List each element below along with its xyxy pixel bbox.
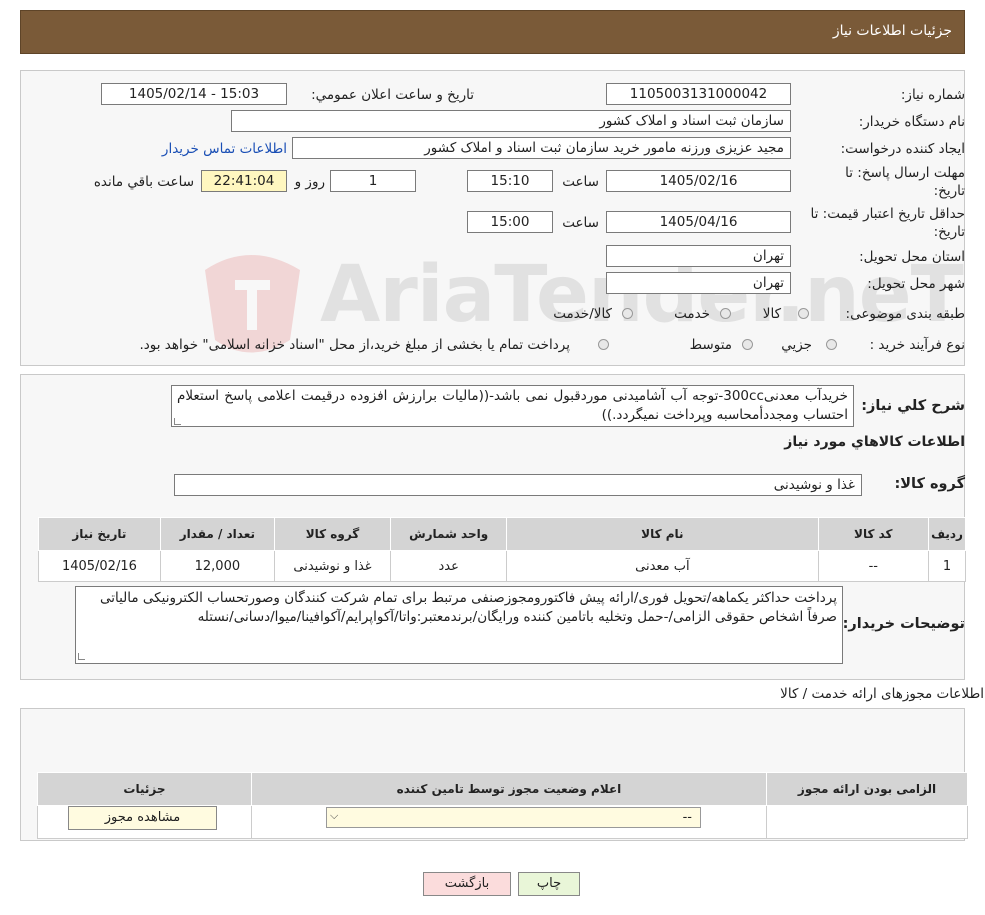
remaining-time-label: ساعت باقي مانده bbox=[93, 174, 194, 190]
col-license-details: جزئیات bbox=[37, 772, 252, 806]
col-group: گروه کالا bbox=[273, 517, 392, 551]
reply-time-field: 15:10 bbox=[467, 170, 553, 192]
goods-section-title: اطلاعات کالاهاي مورد نياز bbox=[784, 434, 965, 450]
licenses-table-header: الزامی بودن ارائه مجوز اعلام وضعیت مجوز … bbox=[37, 772, 968, 806]
days-field: 1 bbox=[330, 170, 416, 192]
reply-deadline-label-2: تاريخ: bbox=[933, 183, 965, 199]
back-button[interactable]: بازگشت bbox=[423, 872, 511, 896]
col-license-status: اعلام وضعیت مجوز توسط تامین کننده bbox=[250, 772, 768, 806]
buyer-notes-field[interactable]: پرداخت حداکثر یکماهه/تحویل فوری/ارائه پی… bbox=[75, 586, 843, 664]
resize-grip-icon[interactable] bbox=[174, 418, 181, 425]
cell-group: غذا و نوشیدنی bbox=[273, 550, 392, 582]
category-option-service: خدمت bbox=[674, 306, 710, 322]
process-radio-medium[interactable] bbox=[742, 339, 753, 350]
col-unit: واحد شمارش bbox=[390, 517, 508, 551]
process-radio-minor[interactable] bbox=[826, 339, 837, 350]
creator-field: مجید عزیزی ورزنه مامور خرید سازمان ثبت ا… bbox=[292, 137, 791, 159]
licenses-section-title: اطلاعات مجوزهای ارائه خدمت / کالا bbox=[780, 686, 984, 702]
col-need-date: تاريخ نياز bbox=[38, 517, 161, 551]
buyer-org-field: سازمان ثبت اسناد و املاک کشور bbox=[231, 110, 791, 132]
license-status-value: -- bbox=[682, 810, 692, 825]
price-valid-label-2: تاريخ: bbox=[933, 224, 965, 240]
buyer-contact-link[interactable]: اطلاعات تماس خريدار bbox=[162, 141, 287, 157]
goods-group-field: غذا و نوشیدنی bbox=[174, 474, 862, 496]
price-time-field: 15:00 bbox=[467, 211, 553, 233]
view-license-button[interactable]: مشاهده مجوز bbox=[68, 806, 217, 830]
table-row: 1 -- آب معدنی عدد غذا و نوشیدنی 12,000 1… bbox=[38, 550, 966, 582]
description-field[interactable]: خریدآب معدنی300cc-توجه آب آشامیدنی موردق… bbox=[171, 385, 854, 427]
goods-table: رديف کد کالا نام کالا واحد شمارش گروه کا… bbox=[38, 517, 966, 582]
reply-time-label: ساعت bbox=[562, 174, 599, 190]
price-date-field: 1405/04/16 bbox=[606, 211, 791, 233]
page-title: جزئیات اطلاعات نیاز bbox=[832, 23, 952, 39]
need-number-label: شماره نیاز: bbox=[900, 87, 965, 103]
category-label: طبقه بندی موضوعی: bbox=[845, 306, 965, 322]
process-option-medium: متوسط bbox=[689, 337, 732, 353]
days-label: روز و bbox=[294, 174, 325, 190]
price-valid-label: حداقل تاريخ اعتبار قيمت: تا bbox=[810, 206, 965, 222]
cell-unit: عدد bbox=[390, 550, 508, 582]
category-option-goods-service: کالا/خدمت bbox=[553, 306, 612, 322]
process-note: پرداخت تمام یا بخشی از مبلغ خرید،از محل … bbox=[139, 337, 570, 353]
province-field: تهران bbox=[606, 245, 791, 267]
buyer-org-label: نام دستگاه خريدار: bbox=[858, 114, 965, 130]
resize-grip-icon-2[interactable] bbox=[78, 653, 85, 660]
creator-label: ايجاد کننده درخواست: bbox=[840, 141, 965, 157]
page-header: جزئیات اطلاعات نیاز bbox=[20, 10, 965, 54]
category-radio-goods[interactable] bbox=[798, 308, 809, 319]
category-radio-service[interactable] bbox=[720, 308, 731, 319]
process-label: نوع فرآيند خريد : bbox=[869, 337, 965, 353]
col-row: رديف bbox=[928, 517, 966, 551]
col-name: نام کالا bbox=[506, 517, 819, 551]
cell-name: آب معدنی bbox=[506, 550, 819, 582]
goods-group-label: گروه کالا: bbox=[894, 476, 965, 492]
buyer-notes-label: توضيحات خريدار: bbox=[842, 616, 965, 632]
process-option-minor: جزيي bbox=[781, 337, 812, 353]
cell-quantity: 12,000 bbox=[159, 550, 275, 582]
print-button[interactable]: چاپ bbox=[518, 872, 580, 896]
price-time-label: ساعت bbox=[562, 215, 599, 231]
license-status-select[interactable]: -- ⌵ bbox=[326, 807, 701, 828]
category-option-goods: کالا bbox=[762, 306, 781, 322]
cell-need-date: 1405/02/16 bbox=[38, 550, 161, 582]
cell-code: -- bbox=[817, 550, 930, 582]
announce-label: تاریخ و ساعت اعلان عمومي: bbox=[311, 87, 474, 103]
col-license-required: الزامی بودن ارائه مجوز bbox=[766, 772, 968, 806]
goods-table-header: رديف کد کالا نام کالا واحد شمارش گروه کا… bbox=[38, 517, 966, 551]
province-label: استان محل تحويل: bbox=[859, 249, 965, 265]
reply-deadline-label: مهلت ارسال پاسخ: تا bbox=[845, 165, 965, 181]
category-radio-goods-service[interactable] bbox=[622, 308, 633, 319]
chevron-down-icon: ⌵ bbox=[330, 809, 339, 822]
col-quantity: تعداد / مقدار bbox=[159, 517, 275, 551]
cell-license-required bbox=[766, 805, 968, 839]
remaining-time-field: 22:41:04 bbox=[201, 170, 287, 192]
city-field: تهران bbox=[606, 272, 791, 294]
announce-field: 1405/02/14 - 15:03 bbox=[101, 83, 287, 105]
need-number-field: 1105003131000042 bbox=[606, 83, 791, 105]
col-code: کد کالا bbox=[817, 517, 930, 551]
reply-date-field: 1405/02/16 bbox=[606, 170, 791, 192]
city-label: شهر محل تحويل: bbox=[867, 276, 965, 292]
cell-row: 1 bbox=[928, 550, 966, 582]
description-label: شرح کلي نياز: bbox=[861, 398, 965, 414]
process-radio-treasury[interactable] bbox=[598, 339, 609, 350]
